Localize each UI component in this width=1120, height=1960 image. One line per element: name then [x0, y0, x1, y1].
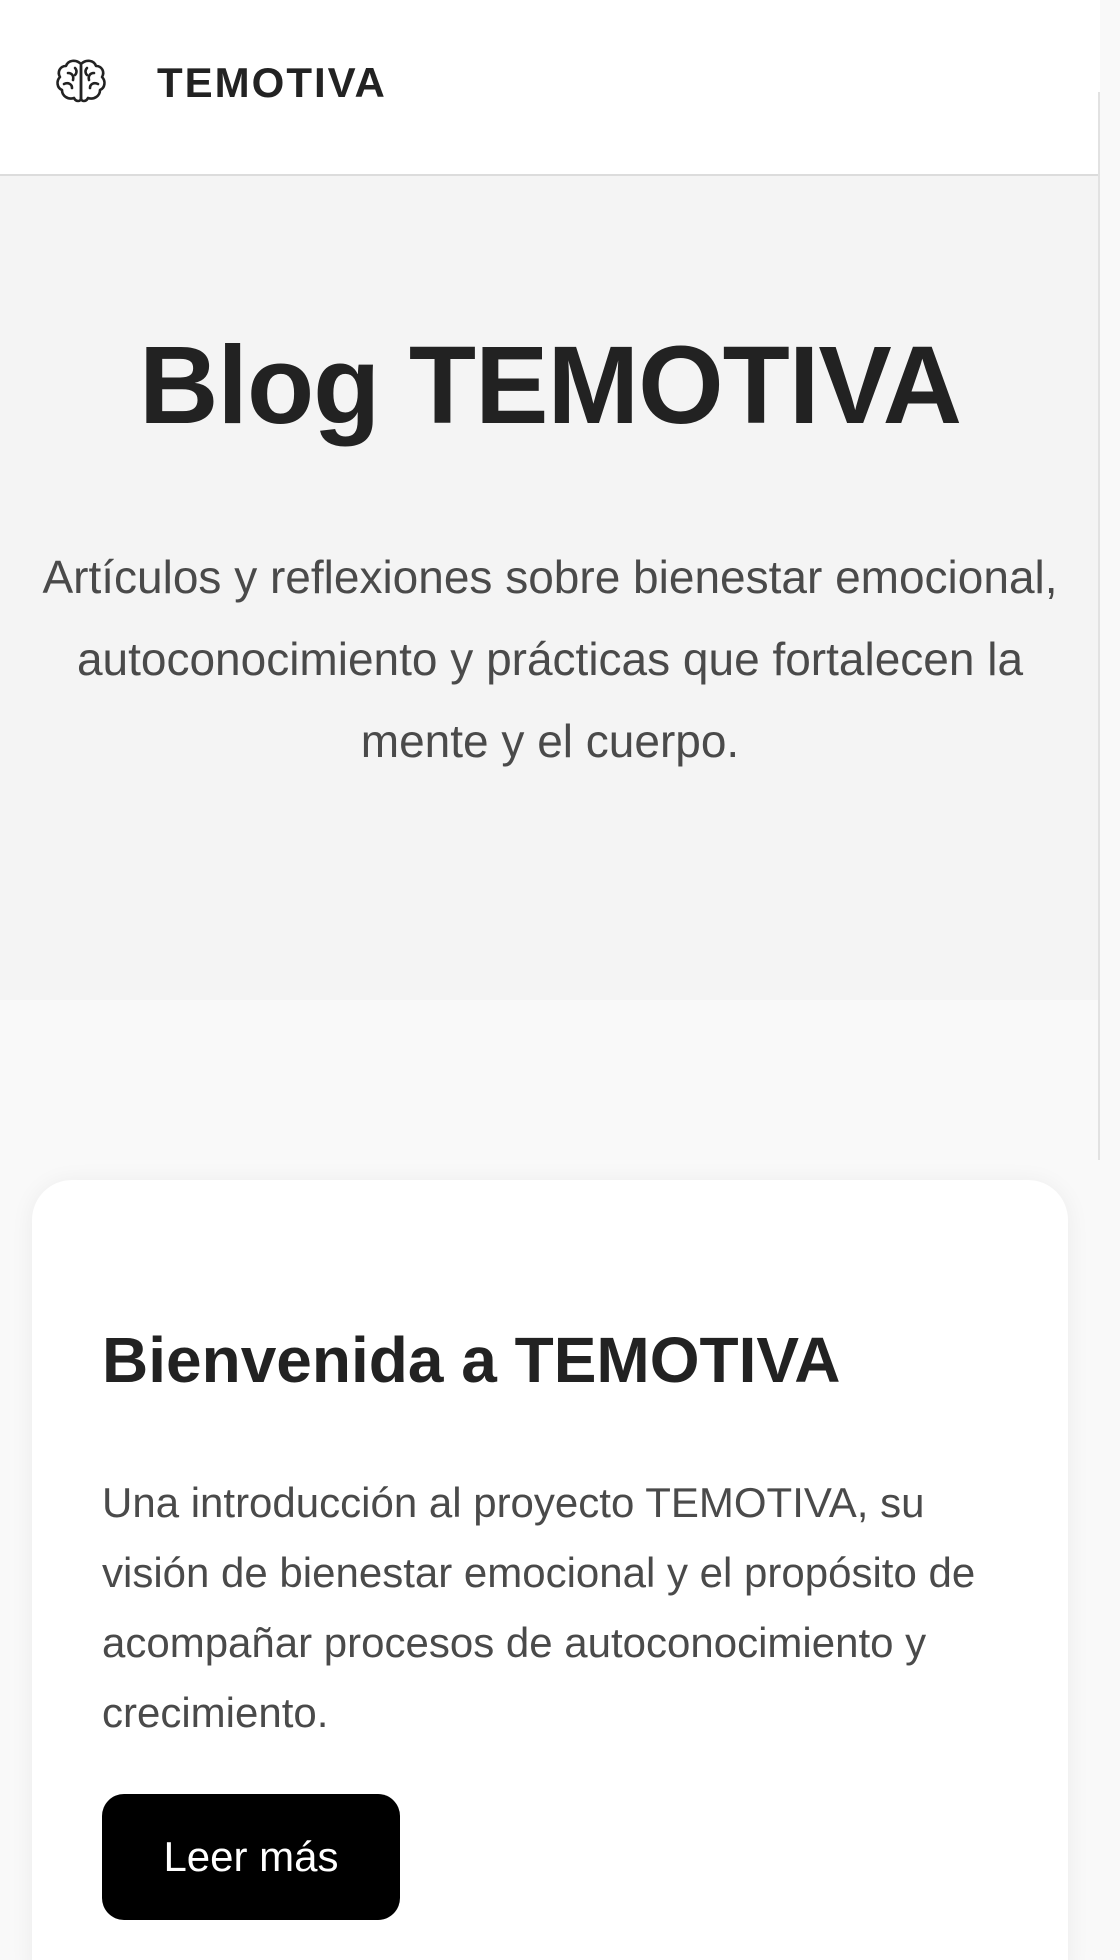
site-header: TEMOTIVA	[0, 0, 1100, 176]
read-more-button[interactable]: Leer más	[102, 1794, 400, 1920]
post-title[interactable]: Bienvenida a TEMOTIVA	[102, 1320, 1022, 1400]
post-card: Bienvenida a TEMOTIVA Una introducción a…	[32, 1180, 1068, 1960]
blog-page: TEMOTIVA Blog TEMOTIVA Artículos y refle…	[0, 0, 1100, 1960]
page-title: Blog TEMOTIVA	[138, 324, 962, 447]
brain-icon[interactable]	[54, 56, 108, 106]
page-subtitle: Artículos y reflexiones sobre bienestar …	[42, 551, 1058, 767]
site-brand-link[interactable]: TEMOTIVA	[157, 58, 387, 108]
blog-hero: Blog TEMOTIVA Artículos y reflexiones so…	[0, 176, 1100, 1000]
right-gutter	[1100, 0, 1120, 1960]
post-excerpt: Una introducción al proyecto TEMOTIVA, s…	[102, 1479, 976, 1736]
